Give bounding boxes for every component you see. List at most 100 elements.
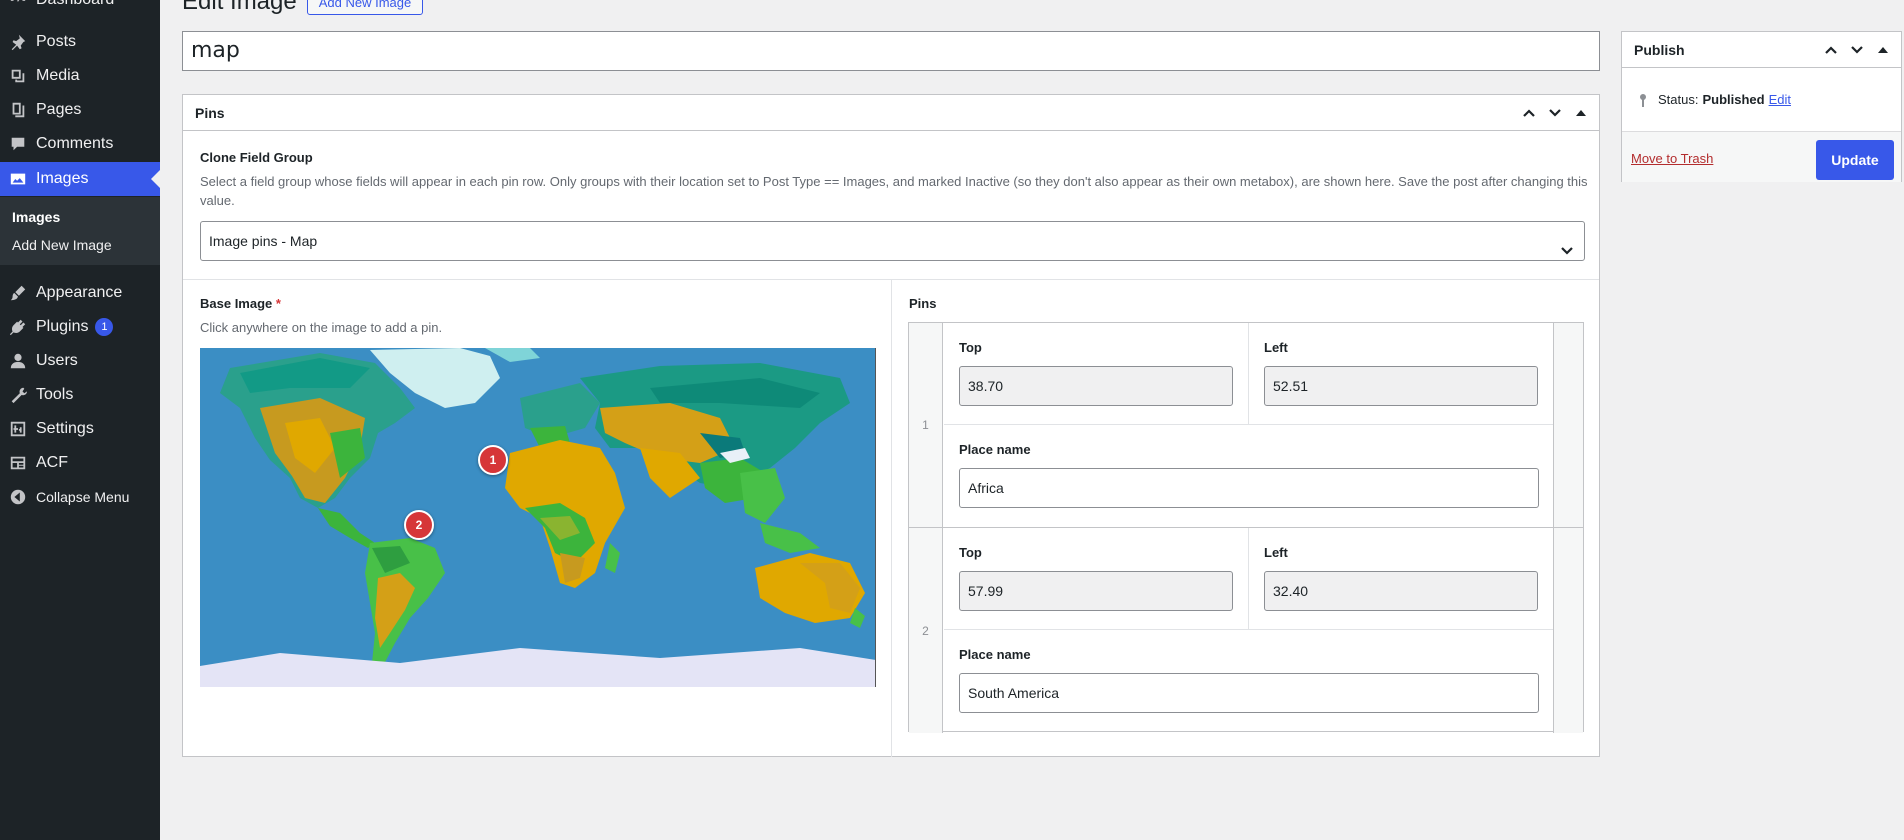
left-field: Left 52.51 xyxy=(1249,323,1555,425)
move-to-trash-link[interactable]: Move to Trash xyxy=(1631,151,1713,166)
pins-metabox-title: Pins xyxy=(195,105,225,121)
pins-repeater: 1 Top 38.70 Left 52.51 Place name Africa… xyxy=(908,322,1584,733)
add-new-image-button[interactable]: Add New Image xyxy=(306,0,424,15)
nav-item-posts[interactable]: Posts xyxy=(0,25,160,59)
base-image-label-text: Base Image xyxy=(200,296,273,311)
move-up-icon[interactable] xyxy=(1519,103,1539,123)
clone-field-group-description: Select a field group whose fields will a… xyxy=(200,174,1588,208)
status-edit-link[interactable]: Edit xyxy=(1769,92,1791,107)
update-button[interactable]: Update xyxy=(1816,140,1894,180)
row-drag-handle[interactable]: 2 xyxy=(909,528,943,733)
publish-metabox: Publish Status: Published Edit Move to T… xyxy=(1621,31,1902,182)
status-value: Published xyxy=(1702,92,1765,107)
top-input[interactable]: 57.99 xyxy=(959,571,1233,611)
publish-metabox-header[interactable]: Publish xyxy=(1622,32,1901,68)
base-image-help: Click anywhere on the image to add a pin… xyxy=(200,320,443,335)
publish-title: Publish xyxy=(1634,42,1685,58)
left-label: Left xyxy=(1264,545,1288,560)
world-map-graphic xyxy=(200,348,875,687)
admin-sidebar: Dashboard Posts Media Pages Comments Ima… xyxy=(0,0,160,840)
images-submenu: Images Add New Image xyxy=(0,197,160,265)
left-input[interactable]: 32.40 xyxy=(1264,571,1538,611)
top-label: Top xyxy=(959,545,982,560)
required-marker: * xyxy=(275,296,281,311)
pins-metabox: Pins Clone Field Group Select a field gr… xyxy=(182,94,1600,757)
status-label: Status: xyxy=(1658,92,1699,107)
brush-icon xyxy=(8,283,28,303)
nav-item-images[interactable]: Images xyxy=(0,162,160,196)
place-name-field: Place name Africa xyxy=(944,425,1555,528)
plugin-icon xyxy=(8,317,28,337)
nav-item-tools[interactable]: Tools xyxy=(0,378,160,412)
nav-label: Users xyxy=(36,352,78,369)
top-field: Top 57.99 xyxy=(944,528,1249,630)
collapse-icon xyxy=(8,487,28,507)
map-pin-2[interactable]: 2 xyxy=(404,510,434,540)
collapse-label: Collapse Menu xyxy=(36,489,130,505)
move-up-icon[interactable] xyxy=(1821,40,1841,60)
page-title: Edit Image xyxy=(182,0,297,15)
row-actions[interactable] xyxy=(1553,323,1583,527)
plugins-update-badge: 1 xyxy=(95,318,114,336)
map-pin-1[interactable]: 1 xyxy=(478,445,508,475)
top-input[interactable]: 38.70 xyxy=(959,366,1233,406)
left-input[interactable]: 52.51 xyxy=(1264,366,1538,406)
dashboard-icon xyxy=(8,0,28,10)
move-down-icon[interactable] xyxy=(1847,40,1867,60)
row-actions[interactable] xyxy=(1553,528,1583,733)
divider xyxy=(891,280,892,757)
base-image-label: Base Image * xyxy=(200,296,281,311)
user-icon xyxy=(8,351,28,371)
images-icon xyxy=(8,169,28,189)
nav-item-users[interactable]: Users xyxy=(0,344,160,378)
toggle-panel-icon[interactable] xyxy=(1873,40,1893,60)
toggle-panel-icon[interactable] xyxy=(1571,103,1591,123)
pin-icon xyxy=(8,32,28,52)
nav-item-plugins[interactable]: Plugins 1 xyxy=(0,310,160,344)
nav-item-settings[interactable]: Settings xyxy=(0,412,160,446)
acf-icon xyxy=(8,453,28,473)
nav-item-pages[interactable]: Pages xyxy=(0,93,160,127)
pin-icon xyxy=(1640,93,1646,107)
nav-label: Settings xyxy=(36,420,94,437)
submenu-images[interactable]: Images xyxy=(12,209,60,225)
pins-repeater-label: Pins xyxy=(909,296,937,311)
page-header: Edit Image Add New Image xyxy=(182,0,424,16)
pin-row: 1 Top 38.70 Left 52.51 Place name Africa xyxy=(909,323,1583,528)
nav-label: Tools xyxy=(36,386,74,403)
post-title-input[interactable]: map xyxy=(182,31,1600,71)
place-name-input[interactable]: Africa xyxy=(959,468,1539,508)
nav-label: Images xyxy=(36,170,89,187)
place-name-input[interactable]: South America xyxy=(959,673,1539,713)
nav-item-comments[interactable]: Comments xyxy=(0,127,160,161)
nav-label: Media xyxy=(36,67,80,84)
nav-item-appearance[interactable]: Appearance xyxy=(0,276,160,310)
publish-actions: Move to Trash Update xyxy=(1622,131,1901,182)
nav-item-acf[interactable]: ACF xyxy=(0,446,160,480)
nav-label: Pages xyxy=(36,101,82,118)
collapse-menu-button[interactable]: Collapse Menu xyxy=(0,480,160,514)
nav-item-dashboard[interactable]: Dashboard xyxy=(0,0,160,17)
move-down-icon[interactable] xyxy=(1545,103,1565,123)
nav-label: ACF xyxy=(36,454,68,471)
clone-field-group-value: Image pins - Map xyxy=(209,233,318,249)
nav-label: Comments xyxy=(36,135,114,152)
row-drag-handle[interactable]: 1 xyxy=(909,323,943,527)
pin-row: 2 Top 57.99 Left 32.40 Place name South … xyxy=(909,528,1583,733)
place-name-label: Place name xyxy=(959,647,1031,662)
world-map-image[interactable]: 1 2 xyxy=(200,348,876,687)
settings-icon xyxy=(8,419,28,439)
pins-metabox-header[interactable]: Pins xyxy=(183,95,1599,131)
submenu-add-new-image[interactable]: Add New Image xyxy=(12,237,112,253)
clone-field-group-select[interactable]: Image pins - Map xyxy=(200,221,1585,261)
nav-label: Dashboard xyxy=(36,0,114,9)
pages-icon xyxy=(8,100,28,120)
clone-field-group-label: Clone Field Group xyxy=(200,150,313,165)
left-label: Left xyxy=(1264,340,1288,355)
comments-icon xyxy=(8,134,28,154)
nav-item-media[interactable]: Media xyxy=(0,59,160,93)
chevron-down-icon xyxy=(1560,233,1574,271)
place-name-label: Place name xyxy=(959,442,1031,457)
top-label: Top xyxy=(959,340,982,355)
top-field: Top 38.70 xyxy=(944,323,1249,425)
